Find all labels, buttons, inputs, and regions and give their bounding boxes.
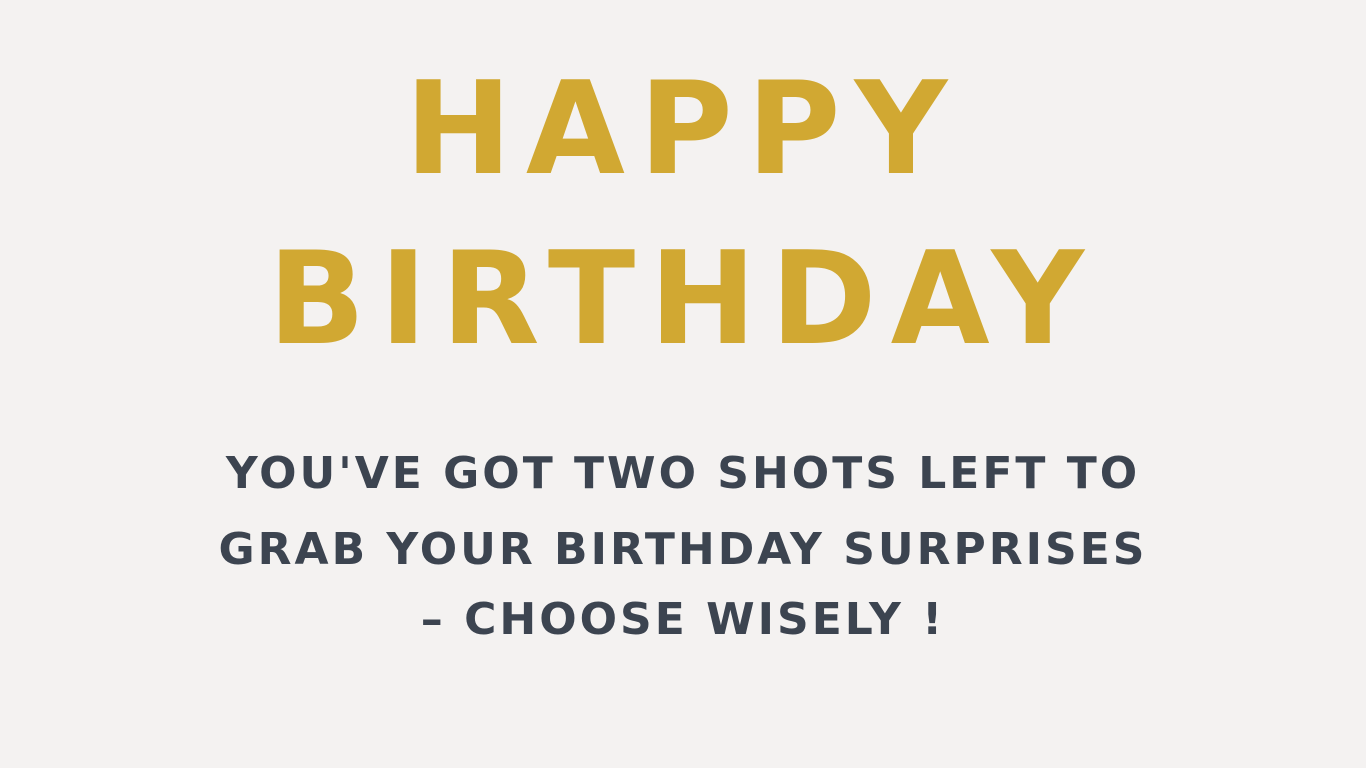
message-line-3: – CHOOSE WISELY ! (420, 594, 946, 645)
message-line-2: GRAB YOUR BIRTHDAY SURPRISES (218, 524, 1148, 575)
headline-birthday: BIRTHDAY (267, 225, 1099, 374)
birthday-card: HAPPY BIRTHDAY YOU'VE GOT TWO SHOTS LEFT… (0, 0, 1366, 768)
headline-happy: HAPPY (404, 55, 962, 204)
message-line-1: YOU'VE GOT TWO SHOTS LEFT TO (225, 448, 1141, 499)
